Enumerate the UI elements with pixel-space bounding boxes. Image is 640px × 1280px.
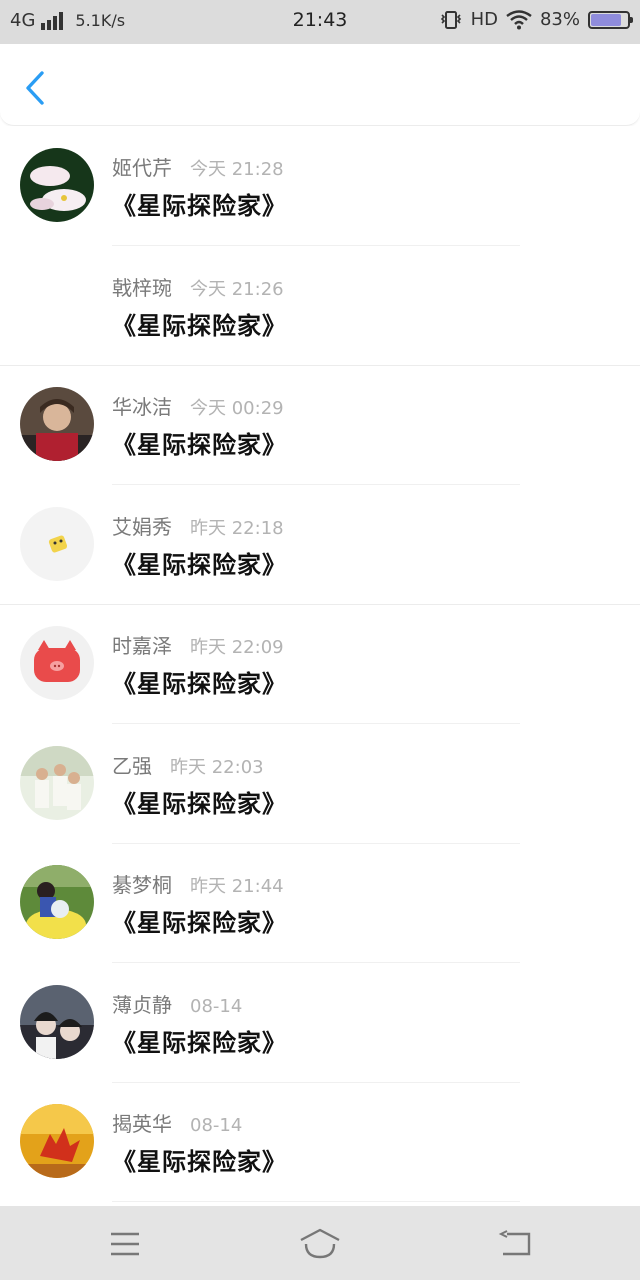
timestamp: 今天 21:26 xyxy=(190,278,284,300)
avatar[interactable] xyxy=(20,387,94,461)
user-name[interactable]: 姬代芹 xyxy=(112,152,172,181)
item-meta: 戟梓琬 今天 21:26 xyxy=(112,272,284,301)
home-button[interactable] xyxy=(296,1224,344,1264)
item-title[interactable]: 《星际探险家》 xyxy=(112,664,287,699)
user-name[interactable]: 薄贞静 xyxy=(112,989,172,1018)
list-item[interactable]: 薄贞静 08-14 《星际探险家》 xyxy=(0,963,640,1083)
top-bar xyxy=(0,44,640,126)
item-meta: 乙强 昨天 22:03 xyxy=(112,750,264,779)
menu-icon xyxy=(111,1232,139,1256)
status-bar: 4G 5.1K/s 21:43 HD 83% xyxy=(0,0,640,44)
list-item[interactable]: 艾娟秀 昨天 22:18 《星际探险家》 xyxy=(0,485,640,605)
item-meta: 綦梦桐 昨天 21:44 xyxy=(112,869,284,898)
avatar[interactable] xyxy=(20,506,94,581)
item-title[interactable]: 《星际探险家》 xyxy=(112,306,287,341)
user-name[interactable]: 揭英华 xyxy=(112,1108,172,1137)
avatar[interactable] xyxy=(20,148,94,222)
avatar[interactable] xyxy=(20,745,94,820)
item-title[interactable]: 《星际探险家》 xyxy=(112,545,287,580)
timestamp: 今天 21:28 xyxy=(190,159,284,180)
timestamp: 昨天 22:18 xyxy=(190,517,284,539)
user-name[interactable]: 时嘉泽 xyxy=(112,630,172,659)
divider xyxy=(112,1201,520,1202)
item-title[interactable]: 《星际探险家》 xyxy=(112,186,287,221)
timestamp: 昨天 22:03 xyxy=(170,756,264,778)
status-right: HD 83% xyxy=(439,9,633,30)
vibrate-icon xyxy=(440,10,461,29)
avatar[interactable] xyxy=(20,1104,94,1178)
item-title[interactable]: 《星际探险家》 xyxy=(112,1023,287,1058)
list-item[interactable]: 綦梦桐 昨天 21:44 《星际探险家》 xyxy=(0,843,640,963)
avatar[interactable] xyxy=(20,626,94,700)
system-nav-bar xyxy=(0,1206,640,1280)
timestamp: 08-14 xyxy=(190,1115,243,1136)
avatar[interactable] xyxy=(20,268,94,342)
item-title[interactable]: 《星际探险家》 xyxy=(112,425,287,460)
avatar[interactable] xyxy=(20,865,94,939)
user-name[interactable]: 艾娟秀 xyxy=(112,511,172,540)
item-meta: 艾娟秀 昨天 22:18 xyxy=(112,511,284,540)
list-item[interactable]: 华冰洁 今天 00:29 《星际探险家》 xyxy=(0,365,640,485)
avatar[interactable] xyxy=(20,984,94,1059)
user-name[interactable]: 华冰洁 xyxy=(112,391,172,420)
item-title[interactable]: 《星际探险家》 xyxy=(112,1142,287,1177)
chevron-left-icon xyxy=(26,71,44,105)
battery-percent: 83% xyxy=(539,9,580,30)
item-meta: 薄贞静 08-14 xyxy=(112,989,242,1018)
menu-button[interactable] xyxy=(101,1224,149,1264)
user-name[interactable]: 乙强 xyxy=(112,750,152,779)
back-arrow-icon xyxy=(498,1230,531,1256)
item-meta: 姬代芹 今天 21:28 xyxy=(112,152,284,181)
item-title[interactable]: 《星际探险家》 xyxy=(112,784,287,819)
list-item[interactable]: 姬代芹 今天 21:28 《星际探险家》 xyxy=(0,126,640,246)
item-meta: 揭英华 08-14 xyxy=(112,1108,242,1137)
list-item[interactable]: 乙强 昨天 22:03 《星际探险家》 xyxy=(0,724,640,844)
timestamp: 昨天 21:44 xyxy=(190,876,284,897)
item-meta: 华冰洁 今天 00:29 xyxy=(112,391,284,420)
timestamp: 昨天 22:09 xyxy=(190,637,284,658)
home-icon xyxy=(300,1228,340,1259)
user-name[interactable]: 綦梦桐 xyxy=(112,869,172,898)
user-name[interactable]: 戟梓琬 xyxy=(112,272,172,301)
timestamp: 今天 00:29 xyxy=(190,398,284,419)
list-item[interactable]: 时嘉泽 昨天 22:09 《星际探险家》 xyxy=(0,604,640,724)
list-item[interactable]: 戟梓琬 今天 21:26 《星际探险家》 xyxy=(0,246,640,366)
battery-icon xyxy=(588,10,633,29)
item-meta: 时嘉泽 昨天 22:09 xyxy=(112,630,284,659)
wifi-icon xyxy=(506,9,532,29)
hd-label: HD xyxy=(470,9,498,30)
back-nav-button[interactable] xyxy=(491,1224,539,1264)
timestamp: 08-14 xyxy=(190,995,243,1017)
item-title[interactable]: 《星际探险家》 xyxy=(112,903,287,938)
message-list: 姬代芹 今天 21:28 《星际探险家》 戟梓琬 今天 21:26 《星际探险家》 华冰洁今… xyxy=(0,126,640,1206)
back-button[interactable] xyxy=(18,68,52,108)
battery-level xyxy=(591,13,621,26)
list-item[interactable]: 揭英华 08-14 《星际探险家》 xyxy=(0,1082,640,1202)
